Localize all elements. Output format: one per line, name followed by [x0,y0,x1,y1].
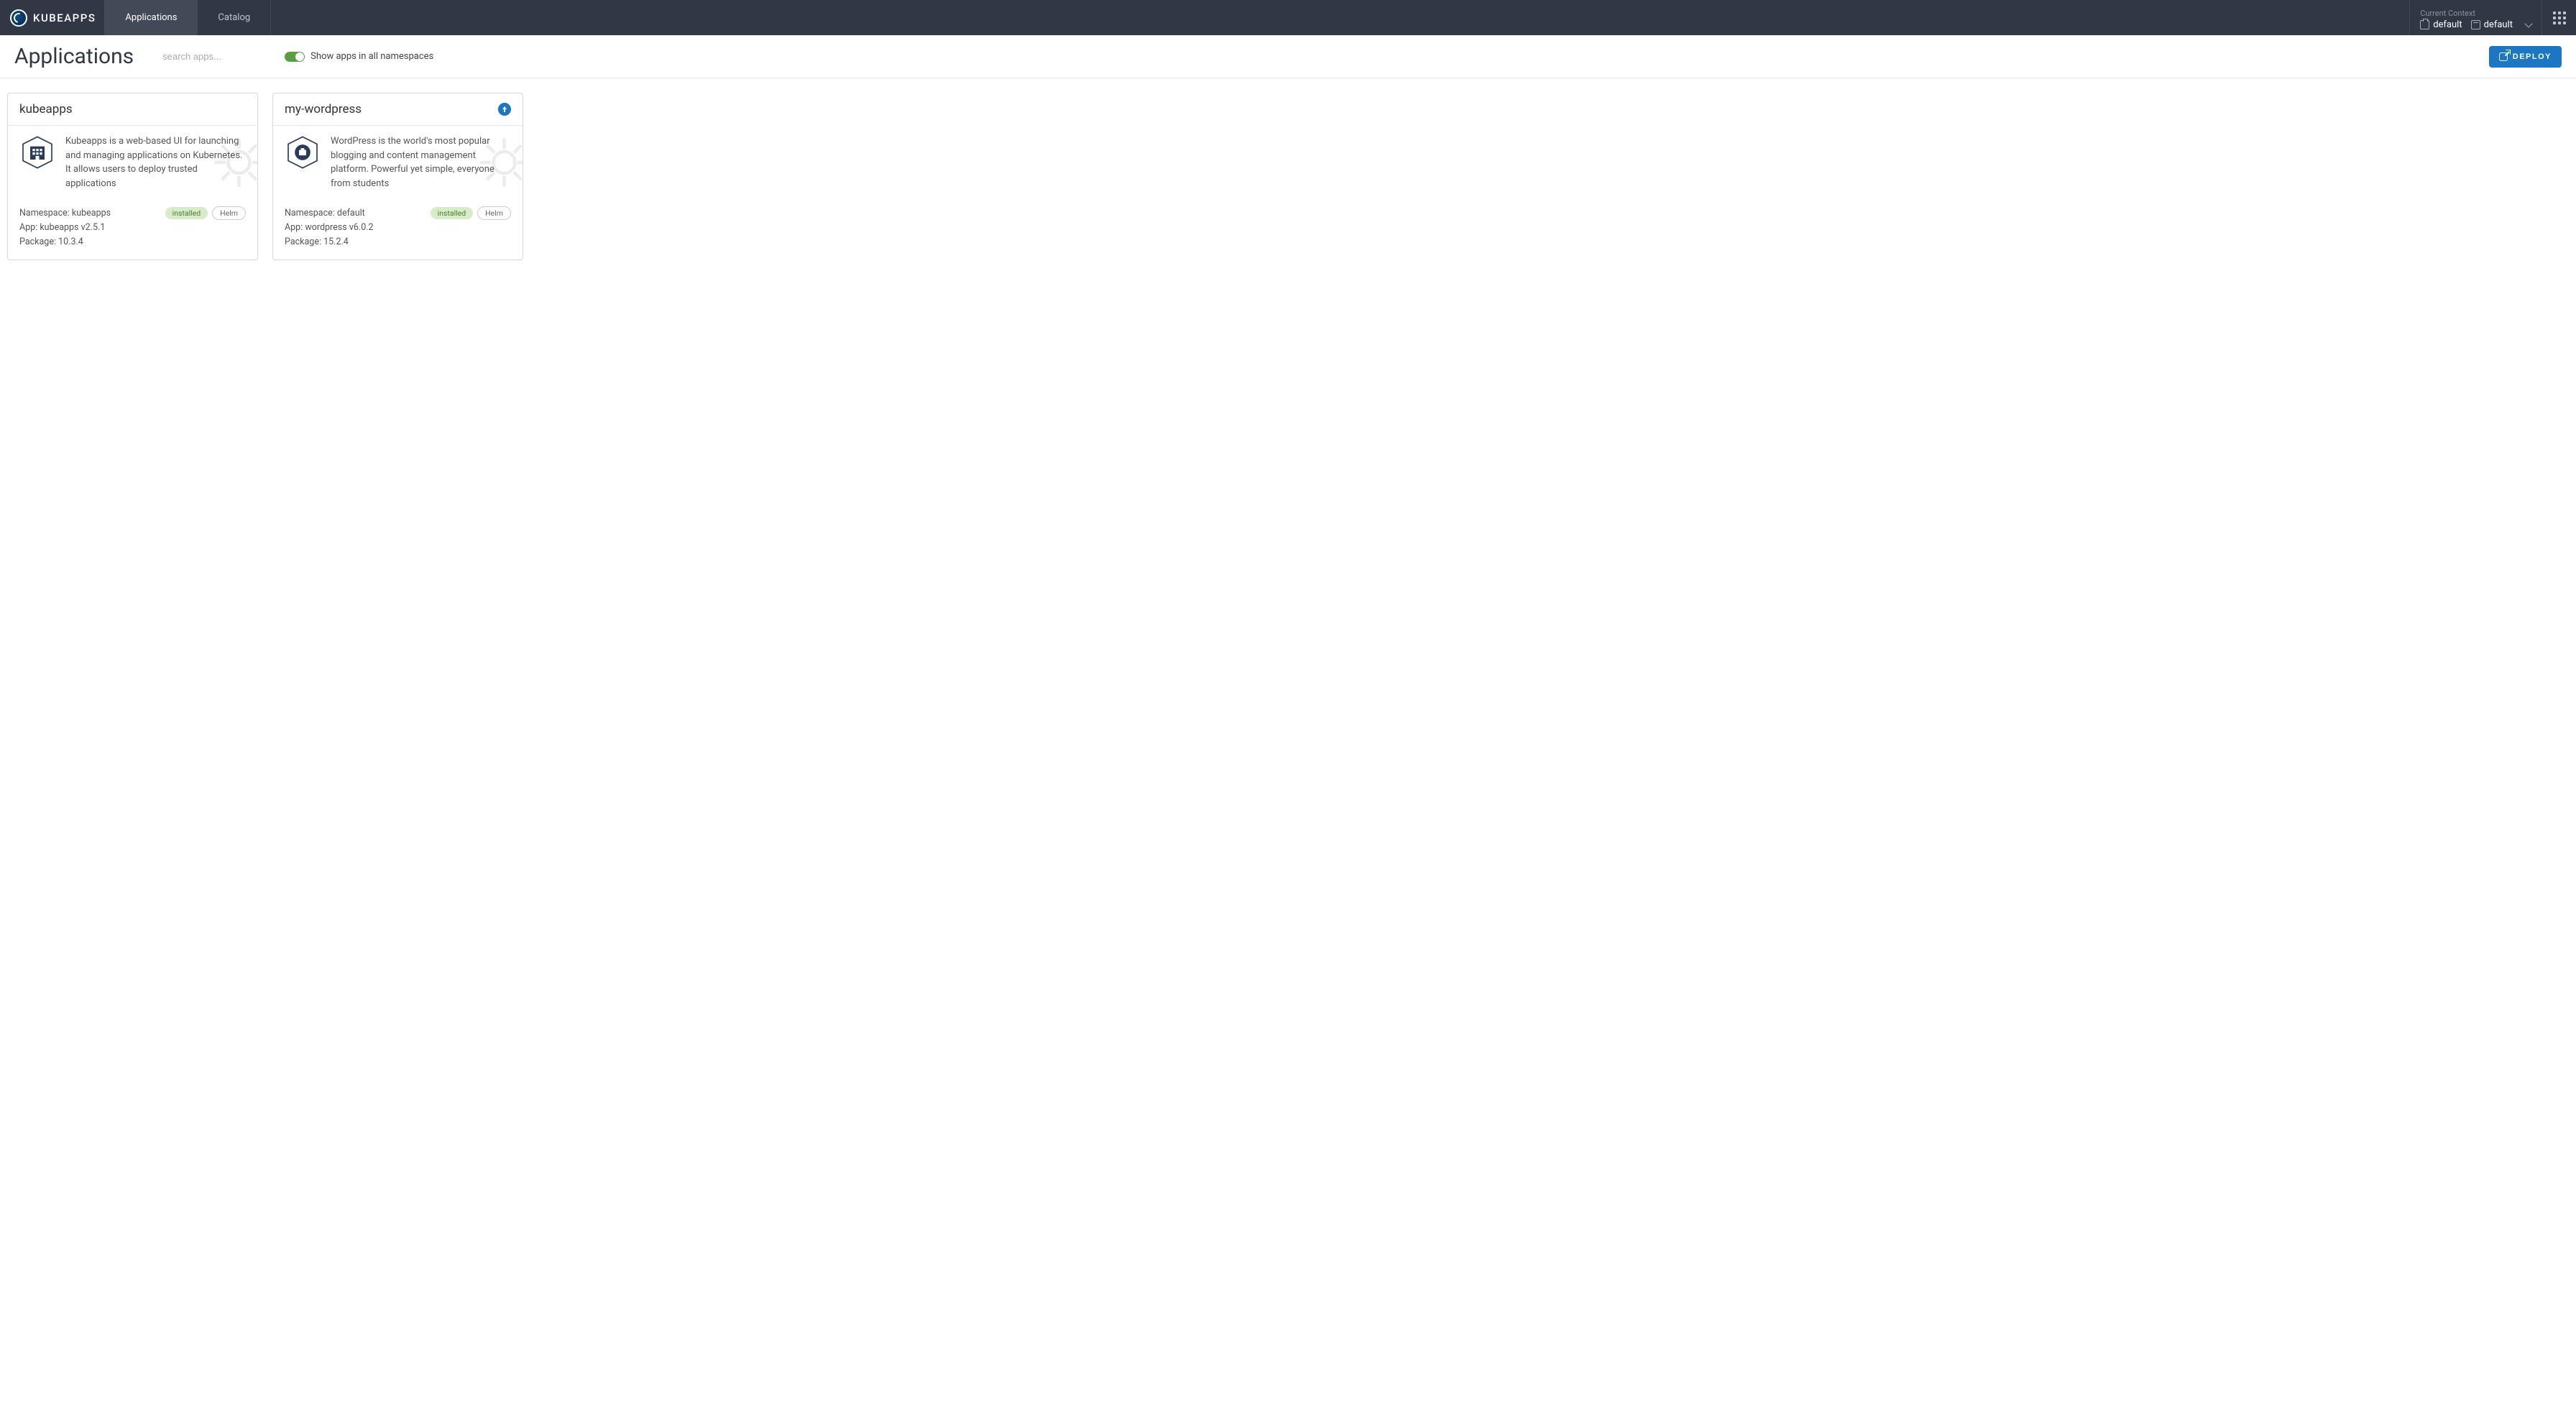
deploy-label: DEPLOY [2513,52,2552,61]
grid-icon [2553,12,2566,24]
brand-logo[interactable]: KUBEAPPS [0,9,104,27]
nav-tabs: Applications Catalog [104,0,271,35]
app-meta: Namespace: default App: wordpress v6.0.2… [285,206,374,249]
all-namespaces-toggle[interactable] [285,52,305,62]
app-badges: installed Helm [165,206,246,220]
toggle-label: Show apps in all namespaces [310,51,433,62]
cluster-name: default [2433,19,2462,30]
status-badge: installed [431,207,474,219]
tab-catalog[interactable]: Catalog [197,0,271,35]
tab-applications[interactable]: Applications [104,0,197,35]
app-icon [285,134,321,170]
app-name: my-wordpress [285,102,362,116]
deploy-button[interactable]: DEPLOY [2489,46,2562,68]
status-badge: installed [165,207,208,219]
context-values: default default [2420,19,2531,30]
card-header: kubeapps [8,93,257,125]
apps-menu-button[interactable] [2542,0,2576,35]
header-right: Current Context default default [2409,0,2576,35]
app-meta: Namespace: kubeapps App: kubeapps v2.5.1… [19,206,111,249]
namespace-icon [2471,20,2480,29]
plugin-badge: Helm [212,206,246,220]
namespace-context: default [2471,19,2513,30]
page-title: Applications [14,44,134,69]
app-cards: kubeapps Kubeapps is a web-based UI for … [0,78,2576,275]
cluster-icon [2420,20,2429,29]
card-body: Kubeapps is a web-based UI for launching… [8,125,257,199]
external-link-icon [2499,52,2508,61]
subheader: Applications Show apps in all namespaces… [0,35,2576,78]
namespace-toggle-wrap: Show apps in all namespaces [285,51,433,62]
app-icon [19,134,55,170]
chevron-down-icon [2524,19,2532,27]
card-header: my-wordpress [273,93,523,125]
card-body: WordPress is the world's most popular bl… [273,125,523,199]
search-input[interactable] [162,51,263,62]
tab-label: Catalog [218,12,250,23]
app-badges: installed Helm [431,206,511,220]
upgrade-available-icon [498,103,511,116]
kubeapps-logo-icon [10,9,27,27]
context-selector[interactable]: Current Context default default [2409,0,2542,35]
app-description: Kubeapps is a web-based UI for launching… [65,134,246,190]
app-description: WordPress is the world's most popular bl… [331,134,511,190]
card-footer: Namespace: default App: wordpress v6.0.2… [273,199,523,259]
plugin-badge: Helm [477,206,511,220]
app-card[interactable]: my-wordpress WordPress is the world's mo… [272,93,523,260]
app-card[interactable]: kubeapps Kubeapps is a web-based UI for … [7,93,258,260]
namespace-name: default [2484,19,2513,30]
cluster-context: default [2420,19,2462,30]
card-footer: Namespace: kubeapps App: kubeapps v2.5.1… [8,199,257,259]
tab-label: Applications [125,12,177,23]
context-label: Current Context [2420,9,2531,18]
brand-text: KUBEAPPS [33,12,96,24]
app-name: kubeapps [19,102,73,116]
top-header: KUBEAPPS Applications Catalog Current Co… [0,0,2576,35]
